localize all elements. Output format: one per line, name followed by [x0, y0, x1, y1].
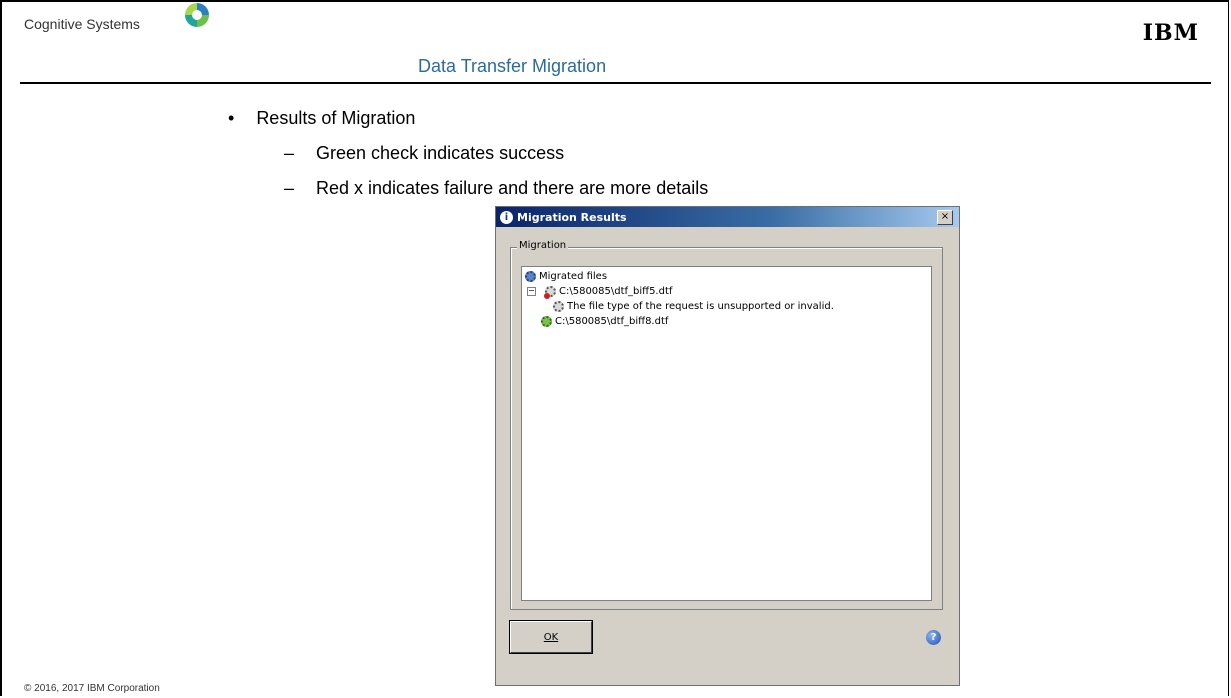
ok-button[interactable]: OK	[510, 621, 592, 653]
tree-item-error[interactable]: − C:\580085\dtf_biff5.dtf	[527, 286, 673, 299]
dialog-titlebar[interactable]: i Migration Results	[496, 207, 959, 227]
close-button[interactable]: ×	[937, 210, 953, 225]
sub-bullet-text: Green check indicates success	[316, 143, 565, 163]
tree-item-path: C:\580085\dtf_biff8.dtf	[555, 316, 669, 327]
dash-marker: –	[284, 178, 295, 198]
title-rule	[20, 82, 1211, 84]
sub-bullet-item: – Red x indicates failure and there are m…	[284, 178, 708, 199]
ibm-logo: IBM	[1142, 20, 1199, 46]
success-gear-icon	[541, 316, 552, 327]
migration-group: Migration Migrated files − C:\580085\dtf…	[510, 240, 943, 610]
collapse-expander-icon[interactable]: −	[527, 287, 536, 296]
tree-item-success[interactable]: C:\580085\dtf_biff8.dtf	[541, 316, 668, 327]
sub-bullet-text: Red x indicates failure and there are mo…	[316, 178, 709, 198]
tree-root[interactable]: Migrated files	[525, 271, 607, 282]
error-gear-icon	[544, 286, 556, 299]
sub-bullet-item: – Green check indicates success	[284, 143, 708, 164]
brand-label: Cognitive Systems	[24, 16, 140, 32]
gear-icon	[525, 271, 536, 282]
tree-item-message-text: The file type of the request is unsuppor…	[567, 301, 834, 312]
bullet-dot: •	[228, 108, 235, 128]
group-label: Migration	[517, 240, 569, 251]
bullet-text: Results of Migration	[256, 108, 416, 128]
gear-icon	[553, 301, 564, 312]
help-icon[interactable]: ?	[926, 630, 941, 645]
migration-results-dialog: i Migration Results × Migration Migrated…	[495, 206, 960, 686]
tree-root-label: Migrated files	[539, 271, 608, 282]
copyright-footer: © 2016, 2017 IBM Corporation	[24, 683, 160, 694]
info-icon: i	[500, 210, 513, 224]
cognitive-systems-logo-icon	[185, 3, 209, 27]
tree-item-message[interactable]: The file type of the request is unsuppor…	[553, 301, 834, 312]
bullet-item: • Results of Migration	[228, 108, 708, 129]
migration-tree[interactable]: Migrated files − C:\580085\dtf_biff5.dtf…	[521, 266, 932, 601]
dialog-title: Migration Results	[517, 210, 627, 224]
tree-item-path: C:\580085\dtf_biff5.dtf	[559, 286, 673, 297]
bullet-list: • Results of Migration – Green check indic…	[228, 108, 708, 213]
slide-title: Data Transfer Migration	[418, 56, 607, 76]
error-badge-icon	[544, 293, 550, 299]
dash-marker: –	[284, 143, 295, 163]
